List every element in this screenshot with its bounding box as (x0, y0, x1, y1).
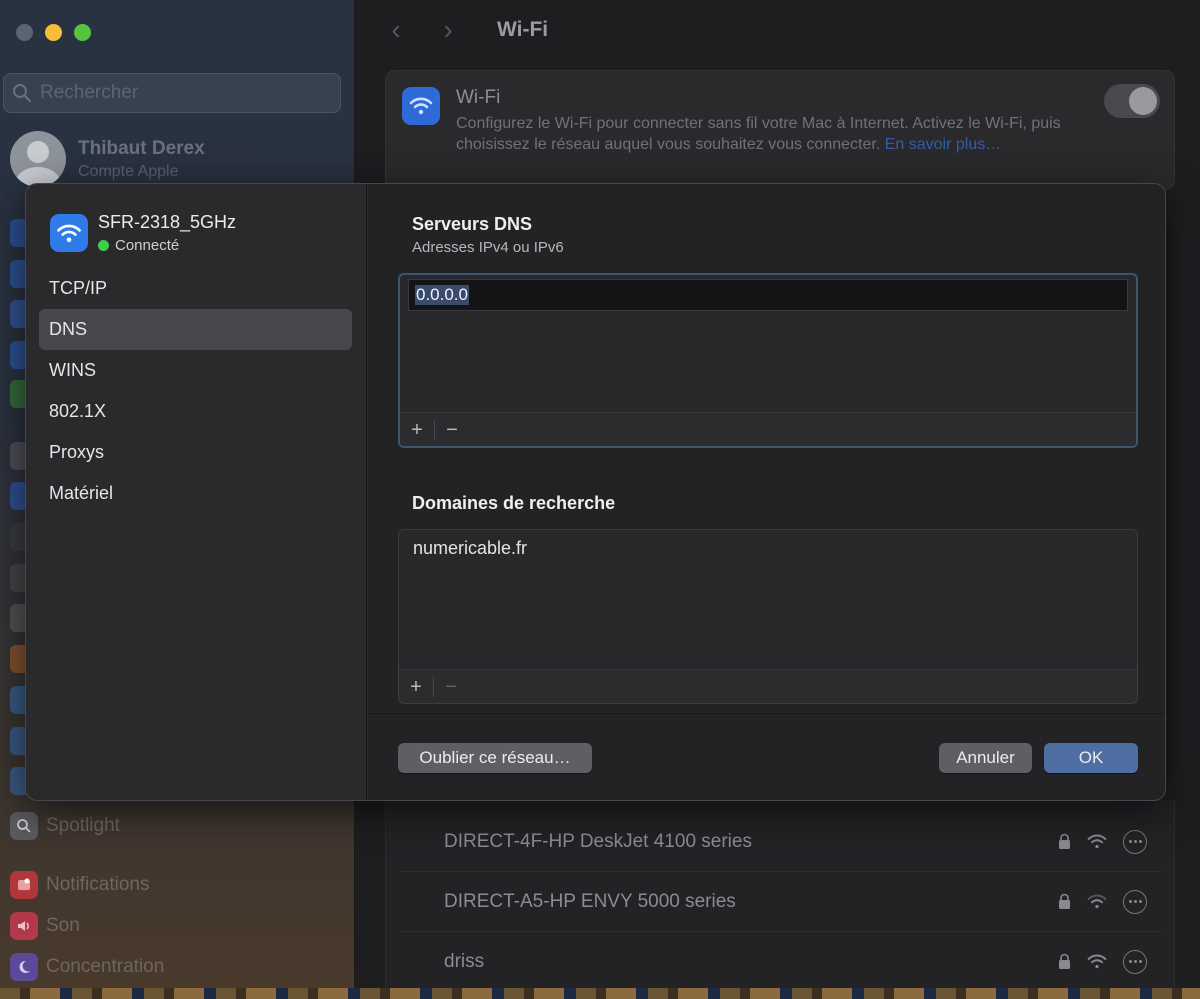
back-arrow-icon[interactable]: ‹ (385, 14, 407, 46)
main-toolbar: ‹ › Wi-Fi (385, 14, 548, 46)
network-details-dialog: SFR-2318_5GHz Connecté TCP/IP DNS WINS 8… (25, 183, 1166, 801)
lock-icon (1058, 953, 1071, 970)
learn-more-link[interactable]: En savoir plus… (885, 136, 1002, 153)
wifi-signal-icon (1087, 954, 1107, 969)
search-domains-title: Domaines de recherche (412, 493, 616, 513)
wifi-signal-icon (1087, 834, 1107, 849)
sidebar-item-spotlight[interactable]: Spotlight (10, 805, 164, 846)
more-options-icon[interactable] (1123, 889, 1147, 914)
tab-dns[interactable]: DNS (39, 309, 352, 350)
account-name: Thibaut Derex (78, 137, 205, 159)
minimize-window-button[interactable] (45, 24, 62, 41)
add-domain-button[interactable]: + (399, 670, 433, 704)
dns-server-field[interactable]: 0.0.0.0 (408, 279, 1128, 311)
tab-materiel[interactable]: Matériel (39, 473, 352, 514)
tab-wins[interactable]: WINS (39, 350, 352, 391)
tab-tcpip[interactable]: TCP/IP (39, 268, 352, 309)
network-name: DIRECT-4F-HP DeskJet 4100 series (444, 830, 752, 852)
tab-8021x[interactable]: 802.1X (39, 391, 352, 432)
dialog-divider (368, 713, 1165, 714)
network-row[interactable]: DIRECT-A5-HP ENVY 5000 series (401, 872, 1161, 932)
dns-servers-list: 0.0.0.0 + − (398, 273, 1138, 448)
add-dns-button[interactable]: + (400, 413, 434, 447)
status-dot-icon (98, 240, 109, 251)
network-header: SFR-2318_5GHz Connecté (50, 212, 236, 254)
remove-dns-button[interactable]: − (435, 413, 469, 447)
network-list: DIRECT-4F-HP DeskJet 4100 series DIRECT-… (385, 800, 1175, 999)
forward-arrow-icon[interactable]: › (437, 14, 459, 46)
account-subtitle: Compte Apple (78, 162, 179, 180)
sidebar-search (3, 73, 341, 113)
avatar (10, 131, 66, 187)
forget-network-button[interactable]: Oublier ce réseau… (398, 743, 592, 773)
more-options-icon[interactable] (1123, 829, 1147, 854)
status-label: Connecté (115, 237, 180, 254)
network-row[interactable]: DIRECT-4F-HP DeskJet 4100 series (401, 812, 1161, 872)
window-controls (16, 24, 91, 41)
dns-server-value: 0.0.0.0 (415, 285, 469, 305)
remove-domain-button[interactable]: − (434, 670, 468, 704)
sidebar-item-label: Concentration (46, 955, 165, 977)
moon-icon (10, 952, 38, 981)
sidebar-item-label: Spotlight (46, 814, 120, 836)
sidebar-item-label: Notifications (46, 873, 150, 895)
lock-icon (1058, 833, 1071, 850)
search-domain-item[interactable]: numericable.fr (399, 530, 1137, 559)
network-name: driss (444, 950, 485, 972)
wifi-icon (50, 214, 88, 252)
network-row[interactable]: driss (401, 932, 1161, 992)
dialog-sidebar: SFR-2318_5GHz Connecté TCP/IP DNS WINS 8… (26, 184, 367, 800)
wifi-toggle[interactable] (1104, 84, 1160, 118)
dialog-nav: TCP/IP DNS WINS 802.1X Proxys Matériel (39, 268, 352, 514)
connection-status: Connecté (98, 237, 236, 254)
dns-list-footer: + − (400, 412, 1136, 446)
wifi-card-description: Configurez le Wi-Fi pour connecter sans … (456, 113, 1096, 155)
sidebar-item-label: Son (46, 914, 80, 936)
sidebar-item-son[interactable]: Son (10, 905, 164, 946)
dns-panel: Serveurs DNS Adresses IPv4 ou IPv6 0.0.0… (368, 184, 1165, 800)
more-options-icon[interactable] (1123, 949, 1147, 974)
sidebar-list: Spotlight Notifications Son Concentratio… (10, 805, 164, 987)
sidebar-item-concentration[interactable]: Concentration (10, 946, 164, 987)
network-name: SFR-2318_5GHz (98, 212, 237, 232)
search-icon (13, 84, 32, 103)
cancel-button[interactable]: Annuler (939, 743, 1032, 773)
dns-servers-title: Serveurs DNS (412, 214, 533, 234)
dns-servers-subtitle: Adresses IPv4 ou IPv6 (412, 239, 564, 256)
search-input[interactable] (40, 82, 330, 104)
wifi-icon (402, 87, 440, 125)
page-title: Wi-Fi (497, 18, 549, 41)
magnifier-icon (10, 811, 38, 840)
desktop-wallpaper-strip (0, 988, 1200, 999)
wifi-card: Wi-Fi Configurez le Wi-Fi pour connecter… (385, 70, 1175, 190)
maximize-window-button[interactable] (74, 24, 91, 41)
tab-proxys[interactable]: Proxys (39, 432, 352, 473)
sidebar-item-notifications[interactable]: Notifications (10, 864, 164, 905)
wifi-signal-icon (1087, 894, 1107, 909)
speaker-icon (10, 911, 38, 940)
network-name: DIRECT-A5-HP ENVY 5000 series (444, 890, 736, 912)
close-window-button[interactable] (16, 24, 33, 41)
ok-button[interactable]: OK (1044, 743, 1138, 773)
wifi-card-title: Wi-Fi (456, 87, 501, 108)
lock-icon (1058, 893, 1071, 910)
domains-list-footer: + − (399, 669, 1137, 703)
apple-account[interactable]: Thibaut Derex Compte Apple (10, 131, 205, 187)
bell-icon (10, 870, 38, 899)
search-domains-list: numericable.fr + − (398, 529, 1138, 704)
